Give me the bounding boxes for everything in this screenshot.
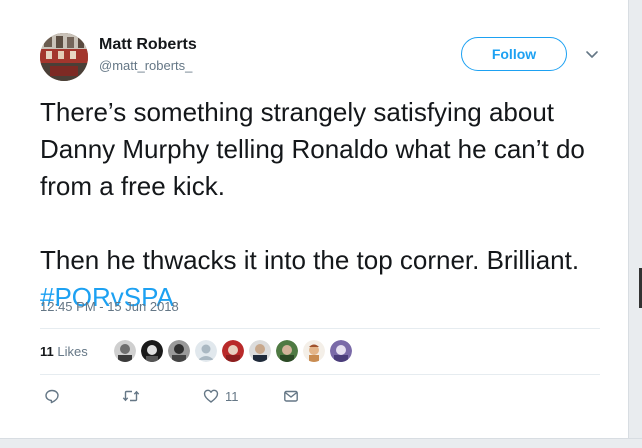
liker-avatar[interactable] [168,340,190,362]
tweet-paragraph-1: There’s something strangely satisfying a… [40,97,593,201]
user-display-name[interactable]: Matt Roberts [99,36,197,54]
user-handle[interactable]: @matt_roberts_ [99,58,192,73]
retweet-icon [122,388,140,404]
chevron-down-icon[interactable] [584,46,600,62]
tweet-text: There’s something strangely satisfying a… [40,94,600,316]
heart-icon [203,388,219,404]
user-avatar[interactable] [40,33,88,81]
divider [40,328,600,329]
liker-avatar[interactable] [222,340,244,362]
reply-icon [44,388,60,404]
likes-label: Likes [57,344,88,359]
reply-button[interactable] [44,388,60,404]
liker-avatar[interactable] [141,340,163,362]
likers-avatars [114,340,352,362]
likes-count[interactable]: 11 Likes [40,344,88,359]
liker-avatar[interactable] [249,340,271,362]
liker-avatar[interactable] [330,340,352,362]
window-edge-bottom [0,438,642,448]
tweet-card: Matt Roberts @matt_roberts_ Follow There… [0,0,628,438]
likes-number: 11 [40,344,54,359]
divider [40,374,600,375]
liker-avatar[interactable] [195,340,217,362]
window-edge-right [628,0,642,448]
like-button[interactable]: 11 [203,388,239,404]
envelope-icon [283,388,299,404]
tweet-actions: 11 [40,388,340,408]
liker-avatar[interactable] [114,340,136,362]
direct-message-button[interactable] [283,388,299,404]
tweet-timestamp[interactable]: 12:45 PM - 15 Jun 2018 [40,299,179,314]
liker-avatar[interactable] [276,340,298,362]
tweet-paragraph-2: Then he thwacks it into the top corner. … [40,245,587,275]
retweet-button[interactable] [122,388,140,404]
liker-avatar[interactable] [303,340,325,362]
like-count: 11 [225,388,239,404]
follow-button[interactable]: Follow [461,37,567,71]
